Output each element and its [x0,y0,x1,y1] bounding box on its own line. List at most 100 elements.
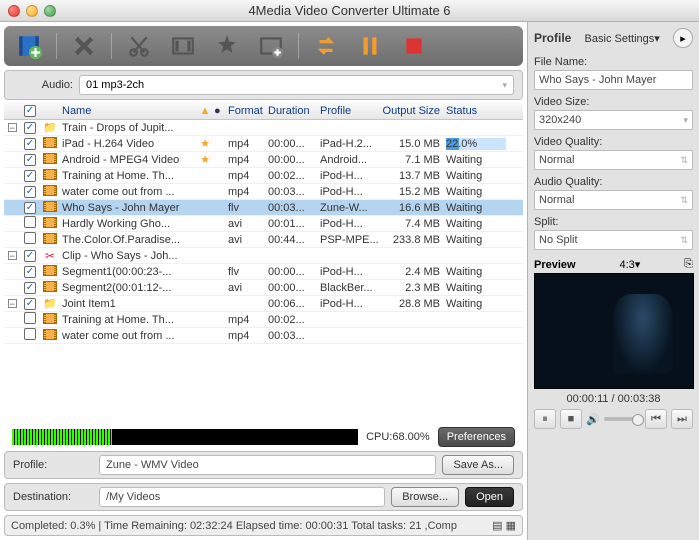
col-status-header[interactable]: Status [446,105,506,117]
table-row[interactable]: Training at Home. Th...mp400:02...iPod-H… [4,168,523,184]
tree-toggle[interactable]: − [8,251,17,260]
table-row[interactable]: iPad - H.264 Video★mp400:00...iPad-H.2..… [4,136,523,152]
row-checkbox[interactable] [24,186,36,198]
table-row[interactable]: −Joint Item100:06...iPod-H...28.8 MBWait… [4,296,523,312]
col-format-header[interactable]: Format [228,105,268,117]
tree-toggle[interactable]: − [8,123,17,132]
row-checkbox[interactable] [24,170,36,182]
table-row[interactable]: The.Color.Of.Paradise...avi00:44...PSP-M… [4,232,523,248]
file-name-cell: water come out from ... [60,186,196,198]
row-checkbox[interactable] [24,216,36,228]
file-name-cell: Training at Home. Th... [60,314,196,326]
table-row[interactable]: − Train - Drops of Jupit... [4,120,523,136]
video-quality-label: Video Quality: [534,136,693,148]
file-name-cell: water come out from ... [60,330,196,342]
row-checkbox[interactable] [24,154,36,166]
tree-toggle[interactable]: − [8,299,17,308]
effects-button[interactable] [210,31,244,61]
col-profile-header[interactable]: Profile [320,105,382,117]
column-header-row: Name ▲ ● Format Duration Profile Output … [4,102,523,120]
row-checkbox[interactable] [24,202,36,214]
audio-quality-label: Audio Quality: [534,176,693,188]
table-row[interactable]: water come out from ...mp400:03... [4,328,523,344]
video-size-select[interactable]: 320x240▾ [534,110,693,130]
split-label: Split: [534,216,693,228]
panel-play-button[interactable]: ▸ [673,28,693,48]
file-type-icon [40,233,60,247]
save-as-button[interactable]: Save As... [442,455,514,475]
table-row[interactable]: water come out from ...mp400:03...iPod-H… [4,184,523,200]
stop-playback-button[interactable]: ■ [560,409,582,429]
file-name-cell: Train - Drops of Jupit... [60,122,196,134]
row-checkbox[interactable] [24,232,36,244]
snapshot-icon[interactable]: ⎘ [684,258,693,271]
row-checkbox[interactable] [24,250,36,262]
row-checkbox[interactable] [24,138,36,150]
convert-button[interactable] [309,31,343,61]
file-name-cell: Joint Item1 [60,298,196,310]
audio-quality-select[interactable]: Normal⇅ [534,190,693,210]
file-type-icon [40,153,60,167]
preferences-button[interactable]: Preferences [438,427,515,447]
volume-icon[interactable]: 🔊 [586,413,600,426]
basic-settings-dropdown[interactable]: Basic Settings▾ [585,32,660,45]
pause-button[interactable] [353,31,387,61]
file-type-icon [40,137,60,151]
table-row[interactable]: Hardly Working Gho...avi00:01...iPod-H..… [4,216,523,232]
row-checkbox[interactable] [24,312,36,324]
row-checkbox[interactable] [24,282,36,294]
file-name-cell: Android - MPEG4 Video [60,154,196,166]
destination-label: Destination: [13,491,93,503]
prev-button[interactable]: ⏮ [645,409,667,429]
row-checkbox[interactable] [24,266,36,278]
row-checkbox[interactable] [24,122,36,134]
table-row[interactable]: Segment1(00:00:23-...flv00:00...iPod-H..… [4,264,523,280]
panel-tab-profile[interactable]: Profile [534,31,571,45]
file-name-cell: Clip - Who Says - Joh... [60,250,196,262]
browse-button[interactable]: Browse... [391,487,459,507]
add-profile-button[interactable] [254,31,288,61]
clip-button[interactable] [122,31,156,61]
delete-button[interactable] [67,31,101,61]
file-name-input[interactable]: Who Says - John Mayer [534,70,693,90]
file-type-icon [40,121,60,134]
destination-input[interactable]: /My Videos [99,487,385,507]
edit-button[interactable] [166,31,200,61]
status-icons: ▤ ▦ [492,519,516,532]
status-text: Completed: 0.3% | Time Remaining: 02:32:… [11,520,457,532]
file-type-icon [40,201,60,215]
col-name-header[interactable]: Name [60,105,196,117]
profile-select[interactable]: Zune - WMV Video [99,455,436,475]
check-all[interactable] [24,105,36,117]
aspect-select[interactable]: 4:3▾ [619,258,640,271]
col-size-header[interactable]: Output Size [382,105,446,117]
open-button[interactable]: Open [465,487,514,507]
play-pause-button[interactable]: ⏸ [534,409,556,429]
stop-button[interactable] [397,31,431,61]
row-checkbox[interactable] [24,298,36,310]
table-row[interactable]: − Clip - Who Says - Joh... [4,248,523,264]
audio-row: Audio: 01 mp3-2ch ▾ [4,70,523,100]
file-name-cell: Segment2(00:01:12-... [60,282,196,294]
table-row[interactable]: Segment2(00:01:12-...avi00:00...BlackBer… [4,280,523,296]
volume-slider[interactable] [604,417,641,421]
stepper-icon: ⇅ [680,155,688,166]
file-type-icon [40,329,60,343]
video-quality-select[interactable]: Normal⇅ [534,150,693,170]
audio-select[interactable]: 01 mp3-2ch ▾ [79,75,514,95]
file-name-cell: Segment1(00:00:23-... [60,266,196,278]
table-row[interactable]: Android - MPEG4 Video★mp400:00...Android… [4,152,523,168]
dropdown-icon: ▾ [683,115,688,126]
add-file-button[interactable] [12,31,46,61]
table-row[interactable]: Who Says - John Mayerflv00:03...Zune-W..… [4,200,523,216]
toolbar [4,26,523,66]
side-panel: Profile Basic Settings▾ ▸ File Name: Who… [527,22,699,540]
window-title: 4Media Video Converter Ultimate 6 [0,3,699,18]
table-row[interactable]: Training at Home. Th...mp400:02... [4,312,523,328]
file-name-cell: Training at Home. Th... [60,170,196,182]
file-type-icon [40,313,60,327]
split-select[interactable]: No Split⇅ [534,230,693,250]
col-duration-header[interactable]: Duration [268,105,320,117]
row-checkbox[interactable] [24,328,36,340]
next-button[interactable]: ⏭ [671,409,693,429]
